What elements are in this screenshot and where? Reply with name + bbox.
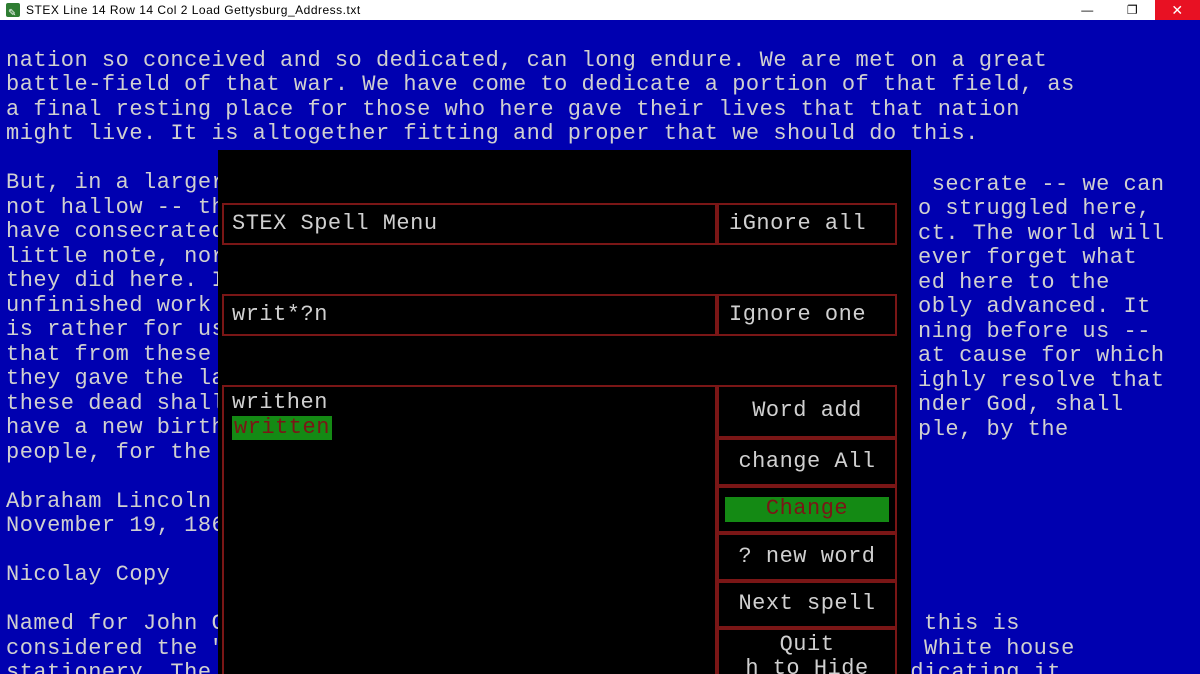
text-line-right: secrate -- we can — [918, 172, 1165, 197]
suggestion-item-selected[interactable]: written — [232, 416, 707, 441]
text-line-right: ever forget what — [918, 245, 1137, 270]
text-line-right: ighly resolve that — [918, 368, 1165, 393]
text-line: Nicolay Copy — [6, 562, 170, 587]
suggestion-list[interactable]: writhen written — [222, 385, 717, 674]
text-line-right: ed here to the — [918, 270, 1110, 295]
text-line-left: people, for the — [6, 440, 225, 465]
text-line: nation so conceived and so dedicated, ca… — [6, 48, 1047, 73]
spell-menu-dialog: STEX Spell Menu iGnore all writ*?n Ignor… — [218, 150, 911, 674]
text-line-left: have consecrated — [6, 219, 239, 244]
word-add-button[interactable]: Word add — [717, 385, 897, 438]
text-line-right: ple, by the — [918, 417, 1069, 442]
change-all-button[interactable]: change All — [717, 438, 897, 486]
text-line-right: obly advanced. It — [918, 294, 1151, 319]
quit-label: Quit — [780, 633, 835, 657]
spell-pattern: writ*?n — [222, 294, 717, 336]
close-button[interactable]: ✕ — [1155, 0, 1200, 20]
text-line-right: nder God, shall — [918, 392, 1124, 417]
text-line-left: But, in a larger — [6, 170, 239, 195]
text-line-right: ct. The world will — [918, 221, 1165, 246]
text-line: battle-field of that war. We have come t… — [6, 72, 1075, 97]
quit-button[interactable]: Quit h to Hide — [717, 628, 897, 674]
window-titlebar: STEX Line 14 Row 14 Col 2 Load Gettysbur… — [0, 0, 1200, 20]
text-line-left: is rather for us — [6, 317, 239, 342]
text-line: Abraham Lincoln — [6, 489, 212, 514]
text-editor[interactable]: nation so conceived and so dedicated, ca… — [0, 20, 1200, 674]
text-line-right: at cause for which — [918, 343, 1165, 368]
text-line: November 19, 186 — [6, 513, 225, 538]
text-line-left: they did here. I — [6, 268, 225, 293]
text-line-right: ning before us -- — [918, 319, 1151, 344]
text-line-left: have a new birth — [6, 415, 239, 440]
next-spell-button[interactable]: Next spell — [717, 581, 897, 629]
suggestion-item[interactable]: writhen — [232, 391, 707, 416]
text-line-left: these dead shall — [6, 391, 239, 416]
text-line-left: that from these — [6, 342, 225, 367]
window-buttons: — ❐ ✕ — [1065, 0, 1200, 20]
change-button[interactable]: Change — [717, 486, 897, 534]
text-line: a final resting place for those who here… — [6, 97, 1020, 122]
hide-hint: h to Hide — [745, 657, 868, 674]
text-line-left: little note, nor — [6, 244, 239, 269]
titlebar-text: STEX Line 14 Row 14 Col 2 Load Gettysbur… — [26, 0, 361, 22]
ignore-all-button[interactable]: iGnore all — [717, 203, 897, 245]
app-icon — [6, 3, 20, 17]
minimize-button[interactable]: — — [1065, 0, 1110, 20]
maximize-button[interactable]: ❐ — [1110, 0, 1155, 20]
text-right-block: secrate -- we can o struggled here, ct. … — [918, 148, 1165, 467]
dialog-title: STEX Spell Menu — [222, 203, 717, 245]
text-line-left: they gave the la — [6, 366, 225, 391]
text-line: might live. It is altogether fitting and… — [6, 121, 979, 146]
text-line-left: not hallow -- th — [6, 195, 225, 220]
text-line-left: unfinished work — [6, 293, 225, 318]
text-line-right: o struggled here, — [918, 196, 1151, 221]
ignore-one-button[interactable]: Ignore one — [717, 294, 897, 336]
new-word-button[interactable]: ? new word — [717, 533, 897, 581]
